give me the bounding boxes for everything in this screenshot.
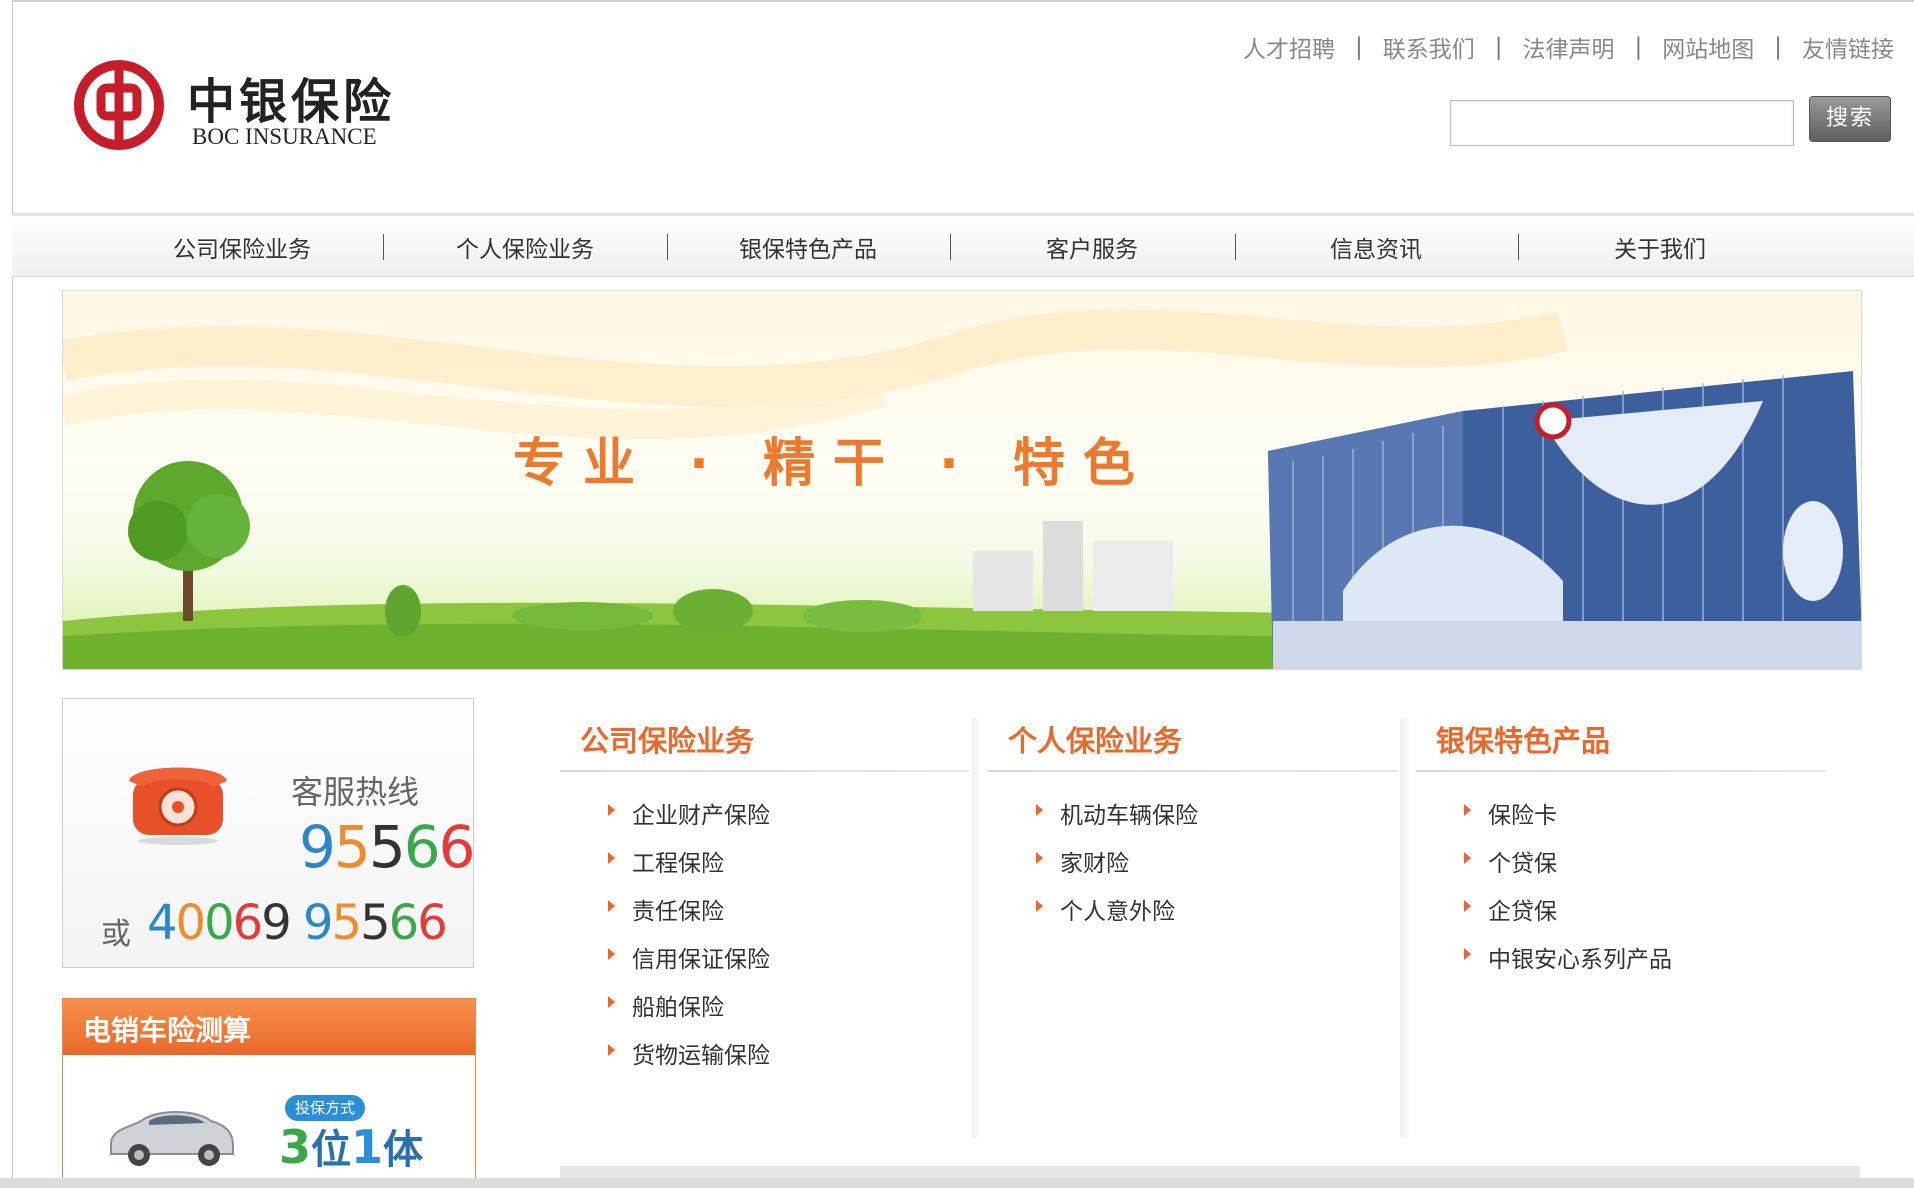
banner-slogan: 专业 · 精干 · 特色 [513, 434, 1153, 494]
arrow-bullet-icon [1036, 852, 1043, 864]
top-link-separator: | [1774, 34, 1782, 60]
column-divider [988, 770, 1398, 772]
hotline-label: 客服热线 [291, 773, 420, 811]
top-link-separator: | [1355, 34, 1363, 60]
top-link-separator: | [1634, 34, 1643, 60]
hero-banner[interactable]: 专业 · 精干 · 特色 [62, 290, 1862, 670]
nav-separator [950, 234, 951, 260]
top-link-friend-links[interactable]: 友情链接 [1802, 30, 1894, 64]
arrow-bullet-icon [608, 996, 615, 1008]
nav-item-corporate-insurance[interactable]: 公司保险业务 [142, 230, 342, 264]
car-icon [110, 1111, 234, 1166]
list-item[interactable]: 个贷保 [1464, 844, 1826, 892]
arrow-bullet-icon [608, 1044, 615, 1056]
customer-hotline-box[interactable]: 客服热线 95566 或 40069 95566 [62, 698, 476, 968]
nav-item-customer-service[interactable]: 客户服务 [992, 230, 1192, 264]
search-input[interactable] [1450, 100, 1794, 146]
column-divider [1416, 770, 1826, 772]
arrow-bullet-icon [1036, 900, 1043, 912]
arrow-bullet-icon [1464, 948, 1471, 960]
hotline-alt-prefix: 或 [101, 917, 131, 952]
column-title[interactable]: 银保特色产品 [1416, 718, 1826, 770]
arrow-bullet-icon [608, 900, 615, 912]
personal-insurance-column: 个人保险业务 机动车辆保险 家财险 个人意外险 [988, 718, 1398, 940]
list-item[interactable]: 责任保险 [608, 892, 970, 940]
top-link-legal[interactable]: 法律声明 [1523, 30, 1615, 64]
arrow-bullet-icon [608, 804, 615, 816]
window-bottom-edge [0, 1178, 1914, 1188]
arrow-bullet-icon [608, 948, 615, 960]
nav-separator [1518, 234, 1519, 260]
list-item[interactable]: 机动车辆保险 [1036, 796, 1398, 844]
list-item[interactable]: 货物运输保险 [608, 1036, 970, 1084]
list-item[interactable]: 信用保证保险 [608, 940, 970, 988]
list-item[interactable]: 保险卡 [1464, 796, 1826, 844]
list-item[interactable]: 个人意外险 [1036, 892, 1398, 940]
bancassurance-products-column: 银保特色产品 保险卡 个贷保 企贷保 中银安心系列产品 [1416, 718, 1826, 988]
column-shadow [972, 718, 982, 1138]
arrow-bullet-icon [608, 852, 615, 864]
arrow-bullet-icon [1036, 804, 1043, 816]
telesales-car-insurance-calculator[interactable]: 电销车险测算 投保方式 3位1体 [62, 998, 476, 1188]
nav-item-bancassurance-products[interactable]: 银保特色产品 [708, 230, 908, 264]
nav-item-news[interactable]: 信息资讯 [1276, 230, 1476, 264]
hotline-number: 95566 [299, 813, 476, 881]
nav-item-about-us[interactable]: 关于我们 [1560, 230, 1760, 264]
boc-logo-icon [74, 60, 164, 150]
arrow-bullet-icon [1464, 804, 1471, 816]
calculator-title: 电销车险测算 [63, 999, 475, 1055]
top-link-contact[interactable]: 联系我们 [1383, 30, 1475, 64]
logo-name-en: BOC INSURANCE [192, 124, 377, 149]
column-title[interactable]: 公司保险业务 [560, 718, 970, 770]
nav-separator [667, 234, 668, 260]
list-item[interactable]: 中银安心系列产品 [1464, 940, 1826, 988]
column-shadow [1400, 718, 1410, 1138]
nav-separator [1235, 234, 1236, 260]
boc-insurance-logo[interactable]: 中银保险 BOC INSURANCE [62, 58, 422, 158]
hotline-alt-number: 40069 95566 [147, 895, 448, 951]
column-divider [560, 770, 970, 772]
arrow-bullet-icon [1464, 900, 1471, 912]
arrow-bullet-icon [1464, 852, 1471, 864]
nav-item-personal-insurance[interactable]: 个人保险业务 [425, 230, 625, 264]
bottom-banner-strip [560, 1166, 1860, 1178]
list-item[interactable]: 船舶保险 [608, 988, 970, 1036]
top-link-separator: | [1494, 34, 1503, 60]
telephone-icon [129, 767, 227, 845]
top-link-careers[interactable]: 人才招聘 [1243, 30, 1335, 64]
main-nav: 公司保险业务 个人保险业务 银保特色产品 客户服务 信息资讯 关于我们 [12, 213, 1914, 277]
top-links: 人才招聘 | 联系我们 | 法律声明 | 网站地图 | 友情链接 [1243, 30, 1894, 64]
list-item[interactable]: 家财险 [1036, 844, 1398, 892]
nav-separator [383, 234, 384, 260]
search-button[interactable]: 搜索 [1809, 96, 1891, 142]
top-link-sitemap[interactable]: 网站地图 [1662, 30, 1754, 64]
corporate-insurance-column: 公司保险业务 企业财产保险 工程保险 责任保险 信用保证保险 船舶保险 货物运输… [560, 718, 970, 1084]
calculator-badge-main: 3位1体 [279, 1120, 424, 1174]
logo-name-cn: 中银保险 [187, 74, 396, 130]
list-item[interactable]: 企业财产保险 [608, 796, 970, 844]
column-title[interactable]: 个人保险业务 [988, 718, 1398, 770]
list-item[interactable]: 工程保险 [608, 844, 970, 892]
list-item[interactable]: 企贷保 [1464, 892, 1826, 940]
